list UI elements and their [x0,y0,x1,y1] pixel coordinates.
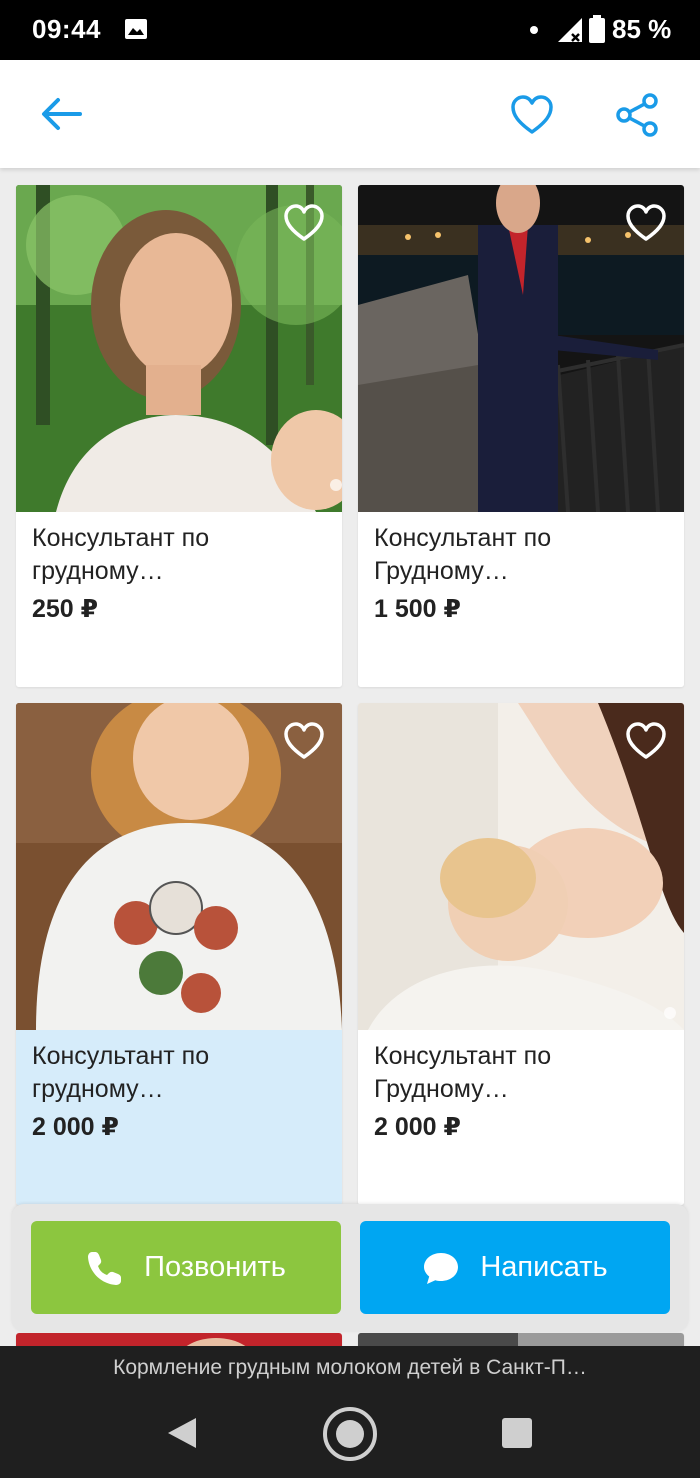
signal-icon [558,18,582,42]
listing-photo [358,1333,684,1346]
listing-price: 250 ₽ [32,595,99,623]
contact-action-bar: Позвонить Написать [12,1204,688,1332]
listing-title: Консультант по грудному… [32,1042,210,1103]
nav-back-icon[interactable] [166,1416,198,1450]
favorite-heart-icon[interactable] [510,94,554,136]
card-favorite-icon[interactable] [282,721,326,761]
system-navigation-bar: Кормление грудным молоком детей в Санкт-… [0,1346,700,1478]
status-bar: 09:44 85 % [0,0,700,60]
write-message-button[interactable]: Написать [360,1221,670,1314]
listing-photo[interactable] [16,185,342,512]
listing-card[interactable]: Консультант по Грудному… 1 500 ₽ [358,185,684,687]
share-icon[interactable] [614,92,660,138]
listing-price: 2 000 ₽ [374,1113,461,1141]
card-favorite-icon[interactable] [624,203,668,243]
listing-photo[interactable] [358,703,684,1030]
listing-title: Консультант по грудному… [32,524,210,585]
chat-bubble-icon [424,1252,459,1284]
card-favorite-icon[interactable] [282,203,326,243]
write-button-label: Написать [480,1251,608,1283]
listings-grid: Консультант по грудному… 250 ₽ Консульта… [0,168,700,1346]
listing-info: Консультант по грудному… 250 ₽ [16,512,342,687]
back-arrow-icon[interactable] [40,94,84,134]
top-app-bar [0,60,700,168]
listing-card-partial[interactable] [16,1333,342,1346]
listing-photo [16,1333,342,1346]
call-button-label: Позвонить [144,1251,286,1283]
listing-price: 2 000 ₽ [32,1113,119,1141]
call-button[interactable]: Позвонить [31,1221,341,1314]
notification-dot-icon [530,26,538,34]
listing-title: Консультант по Грудному… [374,1042,552,1103]
listing-card[interactable]: Консультант по грудному… 250 ₽ [16,185,342,687]
listing-info: Консультант по Грудному… 2 000 ₽ [358,1030,684,1205]
image-notification-icon [125,19,147,39]
status-time: 09:44 [32,14,101,44]
listing-price: 1 500 ₽ [374,595,461,623]
battery-icon [589,15,605,43]
card-favorite-icon[interactable] [624,721,668,761]
listing-info: Консультант по Грудному… 1 500 ₽ [358,512,684,687]
listing-card-partial[interactable] [358,1333,684,1346]
nav-recent-apps-icon[interactable] [502,1418,532,1448]
battery-level: 85 % [612,14,672,44]
listing-card[interactable]: Консультант по Грудному… 2 000 ₽ [358,703,684,1205]
phone-icon [88,1251,122,1285]
listing-info: Консультант по грудному… 2 000 ₽ [16,1030,342,1205]
listing-title: Консультант по Грудному… [374,524,552,585]
nav-home-icon[interactable] [322,1406,378,1462]
page-caption: Кормление грудным молоком детей в Санкт-… [113,1356,587,1379]
listing-photo[interactable] [16,703,342,1030]
listing-card[interactable]: Консультант по грудному… 2 000 ₽ [16,703,342,1205]
listing-photo[interactable] [358,185,684,512]
